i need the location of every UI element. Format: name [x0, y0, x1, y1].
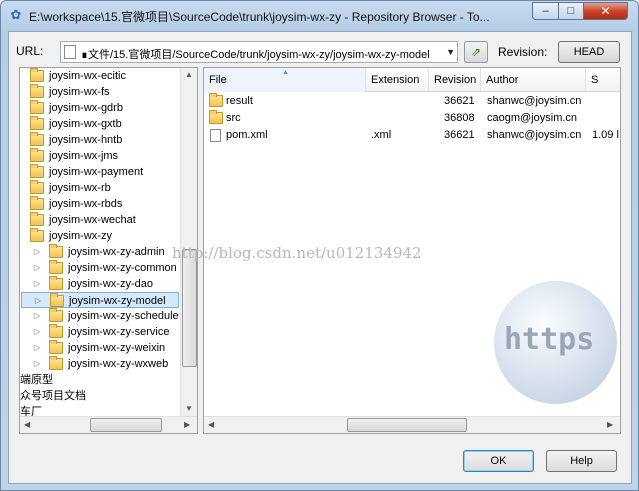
tree-item[interactable]: 端原型 — [20, 372, 180, 388]
minimize-button[interactable]: – — [532, 2, 559, 20]
column-header-author[interactable]: Author — [481, 68, 586, 92]
folder-icon — [30, 100, 44, 114]
folder-arrow-icon: ⇗ — [470, 45, 482, 59]
tree-item[interactable]: ▷ joysim-wx-zy-weixin — [32, 340, 182, 356]
tree-item[interactable]: 众号项目文档 — [20, 388, 180, 404]
tree-item[interactable]: joysim-wx-wechat — [28, 212, 188, 228]
tree-item[interactable]: ▷ joysim-wx-zy-dao — [32, 276, 182, 292]
tree-item[interactable]: joysim-wx-rbds — [28, 196, 188, 212]
tree-vertical-scroll-thumb[interactable] — [182, 249, 197, 367]
tree-horizontal-scroll-thumb[interactable] — [90, 418, 162, 432]
browse-go-button[interactable]: ⇗ — [464, 41, 488, 63]
sort-ascending-icon: ▲ — [282, 69, 289, 76]
tree-item[interactable]: joysim-wx-zy — [28, 228, 188, 244]
ok-button[interactable]: OK — [463, 450, 534, 472]
url-value: ∎文件/15.官微项目/SourceCode/trunk/joysim-wx-z… — [81, 49, 430, 61]
tree-horizontal-scrollbar[interactable]: ◀ ▶ — [20, 416, 197, 433]
scroll-right-icon[interactable]: ▶ — [184, 420, 190, 429]
expand-arrow-icon[interactable]: ▷ — [32, 308, 42, 324]
list-header: File ▲ Extension Revision Author S — [204, 68, 620, 92]
tree-item[interactable]: joysim-wx-fs — [28, 84, 188, 100]
folder-icon — [49, 308, 63, 322]
tree-item-selected[interactable]: ▷ joysim-wx-zy-model — [21, 292, 179, 308]
folder-icon — [30, 196, 44, 210]
expand-arrow-icon[interactable]: ▷ — [32, 356, 42, 372]
scroll-down-icon[interactable]: ▼ — [185, 404, 193, 413]
tree-item[interactable]: ▷ joysim-wx-zy-common — [32, 260, 182, 276]
folder-icon — [30, 212, 44, 226]
folder-icon — [30, 132, 44, 146]
list-horizontal-scrollbar[interactable]: ◀ ▶ — [204, 416, 620, 433]
help-button[interactable]: Help — [546, 450, 617, 472]
revision-label: Revision: — [498, 45, 548, 59]
table-row[interactable]: result 36621 shanwc@joysim.cn — [204, 93, 620, 110]
tree-item[interactable]: ▷ joysim-wx-zy-wxweb — [32, 356, 182, 372]
chevron-down-icon[interactable]: ▼ — [446, 47, 455, 57]
tree-item[interactable]: joysim-wx-gdrb — [28, 100, 188, 116]
url-combobox[interactable]: ∎文件/15.官微项目/SourceCode/trunk/joysim-wx-z… — [60, 41, 458, 63]
tree-vertical-scrollbar[interactable]: ▲ ▼ — [180, 68, 197, 416]
tree-item[interactable]: joysim-wx-hntb — [28, 132, 188, 148]
folder-icon — [209, 93, 223, 107]
folder-icon — [49, 340, 63, 354]
folder-icon — [30, 228, 44, 242]
tree-item[interactable]: joysim-wx-ecitic — [28, 68, 188, 84]
folder-icon — [30, 148, 44, 162]
expand-arrow-icon[interactable]: ▷ — [32, 276, 42, 292]
window-title: E:\workspace\15.官微项目\SourceCode\trunk\jo… — [29, 10, 490, 24]
url-label: URL: — [16, 44, 44, 58]
folder-icon — [209, 110, 223, 124]
column-header-extension[interactable]: Extension — [366, 68, 429, 92]
expand-arrow-icon[interactable]: ▷ — [32, 324, 42, 340]
scroll-up-icon[interactable]: ▲ — [185, 70, 193, 79]
scroll-right-icon[interactable]: ▶ — [607, 420, 613, 429]
folder-icon — [49, 356, 63, 370]
document-icon — [64, 45, 76, 59]
tree-item[interactable]: ▷ joysim-wx-zy-admin — [32, 244, 182, 260]
expand-arrow-icon[interactable]: ▷ — [33, 293, 43, 309]
close-button[interactable]: ✕ — [583, 2, 628, 20]
folder-icon — [49, 324, 63, 338]
tree-item[interactable]: joysim-wx-gxtb — [28, 116, 188, 132]
scroll-left-icon[interactable]: ◀ — [208, 420, 214, 429]
expand-arrow-icon[interactable]: ▷ — [32, 244, 42, 260]
folder-icon — [30, 84, 44, 98]
title-bar[interactable]: ✿ E:\workspace\15.官微项目\SourceCode\trunk\… — [1, 1, 638, 29]
folder-icon — [30, 116, 44, 130]
scroll-left-icon[interactable]: ◀ — [24, 420, 30, 429]
watermark-url: http://blog.csdn.net/u012134942 — [172, 244, 422, 262]
watermark-globe-text: https — [504, 322, 595, 357]
folder-icon — [49, 276, 63, 290]
folder-icon — [50, 293, 64, 307]
tree-item[interactable]: ▷ joysim-wx-zy-service — [32, 324, 182, 340]
folder-icon — [30, 164, 44, 178]
tree-item[interactable]: joysim-wx-rb — [28, 180, 188, 196]
maximize-button[interactable]: □ — [558, 2, 584, 20]
file-icon — [210, 129, 221, 142]
table-row[interactable]: pom.xml .xml 36621 shanwc@joysim.cn 1.09… — [204, 127, 620, 144]
folder-icon — [30, 68, 44, 82]
tortoise-app-icon: ✿ — [10, 7, 22, 22]
column-header-revision[interactable]: Revision — [429, 68, 481, 92]
tree-item[interactable]: joysim-wx-payment — [28, 164, 188, 180]
column-header-size[interactable]: S — [586, 68, 620, 92]
table-row[interactable]: src 36808 caogm@joysim.cn — [204, 110, 620, 127]
revision-head-button[interactable]: HEAD — [558, 41, 620, 63]
folder-icon — [49, 244, 63, 258]
folder-icon — [49, 260, 63, 274]
tree-item[interactable]: joysim-wx-jms — [28, 148, 188, 164]
expand-arrow-icon[interactable]: ▷ — [32, 340, 42, 356]
expand-arrow-icon[interactable]: ▷ — [32, 260, 42, 276]
tree-item[interactable]: ▷ joysim-wx-zy-schedule — [32, 308, 182, 324]
folder-icon — [30, 180, 44, 194]
list-horizontal-scroll-thumb[interactable] — [347, 418, 467, 432]
